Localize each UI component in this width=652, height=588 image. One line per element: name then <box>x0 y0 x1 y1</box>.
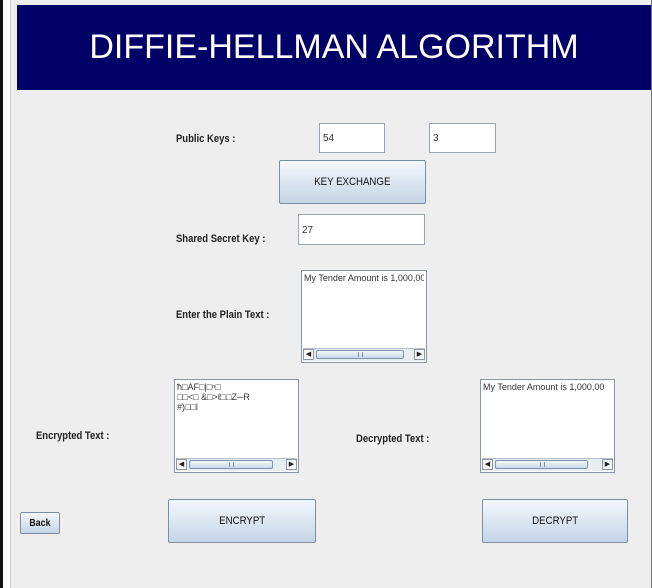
title-banner: DIFFIE-HELLMAN ALGORITHM <box>17 5 651 90</box>
scrollbar-thumb[interactable] <box>189 460 273 469</box>
decrypt-button[interactable]: DECRYPT <box>482 499 628 543</box>
scrollbar-thumb[interactable] <box>495 460 588 469</box>
scroll-left-arrow-icon[interactable]: ◀ <box>176 459 187 470</box>
encrypted-text-area[interactable]: ħ□AF□|□ⁿ□ □□<□ &□>ℓ□□Z─R #)□□l ◀ ▶ <box>174 379 299 473</box>
scroll-left-arrow-icon[interactable]: ◀ <box>482 459 493 470</box>
decrypted-text-area[interactable]: My Tender Amount is 1,000,00 ◀ ▶ <box>480 379 615 473</box>
shared-secret-label: Shared Secret Key : <box>176 233 266 245</box>
scroll-right-arrow-icon[interactable]: ▶ <box>414 349 425 360</box>
encrypted-text-label: Encrypted Text : <box>36 430 110 442</box>
decrypt-button-label: DECRYPT <box>531 515 579 527</box>
encrypted-text-content: ħ□AF□|□ⁿ□ □□<□ &□>ℓ□□Z─R #)□□l <box>177 382 250 412</box>
decrypted-text-content: My Tender Amount is 1,000,00 <box>483 382 605 392</box>
scroll-right-arrow-icon[interactable]: ▶ <box>286 459 297 470</box>
decrypted-text-label: Decrypted Text : <box>356 433 430 445</box>
scroll-right-arrow-icon[interactable]: ▶ <box>602 459 613 470</box>
page-title: DIFFIE-HELLMAN ALGORITHM <box>89 28 579 66</box>
key-exchange-button[interactable]: KEY EXCHANGE <box>279 160 426 204</box>
encrypted-text-hscrollbar[interactable]: ◀ ▶ <box>176 458 297 471</box>
plain-text-label: Enter the Plain Text : <box>176 309 270 321</box>
encrypt-button[interactable]: ENCRYPT <box>168 499 316 543</box>
scroll-left-arrow-icon[interactable]: ◀ <box>303 349 314 360</box>
back-button[interactable]: Back <box>20 512 60 534</box>
public-key-2-field[interactable]: 3 <box>429 123 496 153</box>
scrollbar-grip-icon <box>229 462 234 467</box>
scrollbar-thumb[interactable] <box>316 350 404 359</box>
scrollbar-grip-icon <box>539 462 545 467</box>
scrollbar-grip-icon <box>358 352 363 357</box>
shared-secret-field[interactable]: 27 <box>298 214 425 245</box>
encrypt-button-label: ENCRYPT <box>218 515 266 527</box>
decrypted-text-hscrollbar[interactable]: ◀ ▶ <box>482 458 613 471</box>
plain-text-hscrollbar[interactable]: ◀ ▶ <box>303 348 425 361</box>
back-button-label: Back <box>29 517 51 529</box>
key-exchange-button-label: KEY EXCHANGE <box>314 176 391 188</box>
public-keys-label: Public Keys : <box>176 133 236 145</box>
window-left-border <box>0 0 3 588</box>
plain-text-content: My Tender Amount is 1,000,00 <box>304 273 424 283</box>
plain-text-area[interactable]: My Tender Amount is 1,000,00 ◀ ▶ <box>301 270 427 363</box>
public-key-1-field[interactable]: 54 <box>319 123 385 153</box>
